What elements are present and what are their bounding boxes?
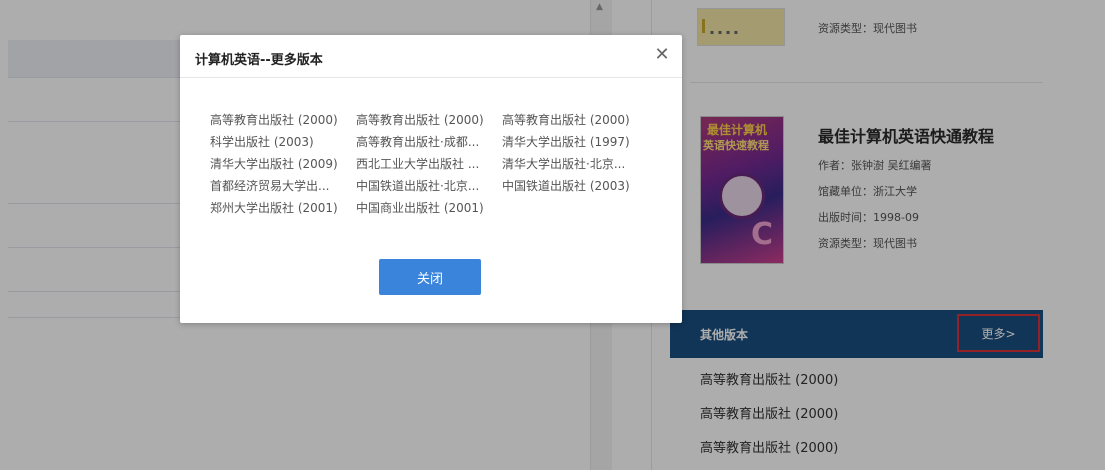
close-dialog-button[interactable]: 关闭	[379, 259, 481, 295]
editions-list: 高等教育出版社 (2000) 高等教育出版社 (2000) 高等教育出版社 (2…	[210, 111, 670, 221]
edition-link[interactable]: 清华大学出版社 (2009)	[210, 155, 356, 172]
edition-link[interactable]: 中国商业出版社 (2001)	[356, 199, 516, 216]
editions-row: 高等教育出版社 (2000) 高等教育出版社 (2000) 高等教育出版社 (2…	[210, 111, 670, 133]
edition-link[interactable]: 高等教育出版社 (2000)	[356, 111, 502, 128]
edition-link[interactable]: 高等教育出版社 (2000)	[210, 111, 356, 128]
edition-link[interactable]: 高等教育出版社 (2000)	[502, 111, 652, 128]
more-editions-dialog: 计算机英语--更多版本 ✕ 高等教育出版社 (2000) 高等教育出版社 (20…	[180, 35, 682, 323]
edition-link[interactable]: 清华大学出版社 (1997)	[502, 133, 652, 150]
edition-link[interactable]: 中国铁道出版社·北京...	[356, 177, 502, 194]
editions-row: 科学出版社 (2003) 高等教育出版社·成都... 清华大学出版社 (1997…	[210, 133, 670, 155]
editions-row: 首都经济贸易大学出... 中国铁道出版社·北京... 中国铁道出版社 (2003…	[210, 177, 670, 199]
editions-row: 郑州大学出版社 (2001) 中国商业出版社 (2001)	[210, 199, 670, 221]
close-icon[interactable]: ✕	[652, 45, 672, 65]
dialog-title: 计算机英语--更多版本	[195, 53, 323, 68]
dialog-header: 计算机英语--更多版本 ✕	[180, 35, 682, 78]
edition-link[interactable]: 郑州大学出版社 (2001)	[210, 199, 356, 216]
edition-link[interactable]: 首都经济贸易大学出...	[210, 177, 356, 194]
edition-link[interactable]: 西北工业大学出版社 ...	[356, 155, 502, 172]
edition-link[interactable]: 中国铁道出版社 (2003)	[502, 177, 652, 194]
editions-row: 清华大学出版社 (2009) 西北工业大学出版社 ... 清华大学出版社·北京.…	[210, 155, 670, 177]
edition-link[interactable]: 高等教育出版社·成都...	[356, 133, 502, 150]
edition-link[interactable]: 科学出版社 (2003)	[210, 133, 356, 150]
edition-link[interactable]: 清华大学出版社·北京...	[502, 155, 652, 172]
